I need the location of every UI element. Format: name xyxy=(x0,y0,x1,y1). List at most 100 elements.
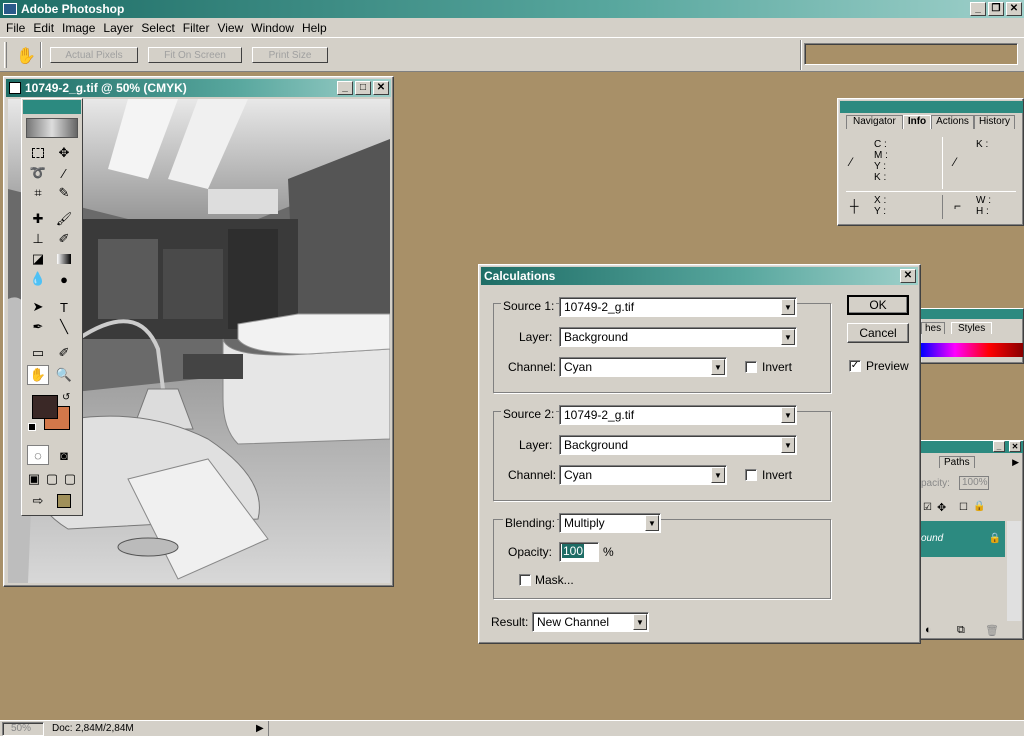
notes-tool-icon[interactable]: ▭ xyxy=(27,343,49,363)
magic-wand-tool-icon[interactable]: ⁄ xyxy=(53,163,75,183)
default-colors-icon[interactable] xyxy=(28,423,36,431)
toolbox-titlebar[interactable] xyxy=(23,100,81,114)
crop-tool-icon[interactable]: ⌗ xyxy=(27,183,49,203)
standard-mode-icon[interactable]: ◌ xyxy=(27,445,49,465)
eraser-tool-icon[interactable]: ◪ xyxy=(27,249,49,269)
tab-styles[interactable]: Styles xyxy=(951,322,993,334)
menu-view[interactable]: View xyxy=(213,21,247,35)
screen-mode-standard-icon[interactable]: ▣ xyxy=(25,469,43,489)
pen-tool-icon[interactable]: ✒ xyxy=(27,317,49,337)
type-tool-icon[interactable]: T xyxy=(53,297,75,317)
clone-stamp-icon[interactable]: ⊥ xyxy=(27,229,49,249)
restore-icon[interactable]: ❐ xyxy=(988,2,1004,16)
jump-to-imageready-icon[interactable]: ⇨ xyxy=(27,491,49,511)
doc-maximize-icon[interactable]: □ xyxy=(355,81,371,95)
close-icon[interactable]: ✕ xyxy=(1006,2,1022,16)
tab-swatches[interactable]: hes xyxy=(921,322,946,334)
tab-actions[interactable]: Actions xyxy=(931,115,974,129)
lock-all-icon[interactable]: ☐ xyxy=(959,502,968,513)
imageready-icon[interactable] xyxy=(53,491,75,511)
path-selection-icon[interactable]: ➤ xyxy=(27,297,49,317)
mask-label[interactable]: Mask... xyxy=(535,573,574,587)
menu-file[interactable]: File xyxy=(2,21,29,35)
layer2-select[interactable]: Background ▼ xyxy=(559,435,797,455)
mask-checkbox[interactable] xyxy=(519,574,531,586)
history-brush-icon[interactable]: ✐ xyxy=(53,229,75,249)
gradient-tool-icon[interactable] xyxy=(53,249,75,269)
tab-info[interactable]: Info xyxy=(902,115,932,129)
minimize-icon[interactable]: _ xyxy=(970,2,986,16)
options-grip[interactable] xyxy=(4,42,7,68)
marquee-tool-icon[interactable] xyxy=(27,143,49,163)
layers-menu-icon[interactable]: ▶ xyxy=(1012,457,1019,468)
menu-filter[interactable]: Filter xyxy=(179,21,214,35)
dodge-tool-icon[interactable]: ● xyxy=(53,269,75,289)
move-tool-icon[interactable]: ✥ xyxy=(53,143,75,163)
blur-tool-icon[interactable]: 💧 xyxy=(27,269,49,289)
tab-navigator[interactable]: Navigator xyxy=(846,115,903,129)
blending-select[interactable]: Multiply ▼ xyxy=(559,513,661,533)
menu-select[interactable]: Select xyxy=(137,21,178,35)
opacity-input[interactable]: 100 xyxy=(559,542,599,562)
dialog-close-icon[interactable]: ✕ xyxy=(900,269,916,283)
actual-pixels-button[interactable]: Actual Pixels xyxy=(50,47,138,63)
source1-select[interactable]: 10749-2_g.tif ▼ xyxy=(559,297,797,317)
brush-tool-icon[interactable]: 🖌 xyxy=(53,209,75,229)
menu-window[interactable]: Window xyxy=(247,21,298,35)
screen-mode-full-icon[interactable]: ▢ xyxy=(61,469,79,489)
foreground-color-swatch[interactable] xyxy=(32,395,58,419)
line-tool-icon[interactable]: ╲ xyxy=(53,317,75,337)
healing-brush-icon[interactable]: ✚ xyxy=(27,209,49,229)
info-palette-titlebar[interactable] xyxy=(840,101,1023,113)
layers-minimize-icon[interactable]: _ xyxy=(993,441,1005,452)
layer-opacity-field[interactable]: 100% xyxy=(959,476,989,490)
lock-position-icon[interactable]: ✥ xyxy=(937,501,946,514)
dropdown-arrow-icon[interactable]: ▼ xyxy=(781,407,795,423)
menu-help[interactable]: Help xyxy=(298,21,331,35)
color-spectrum[interactable] xyxy=(921,343,1023,357)
cancel-button[interactable]: Cancel xyxy=(847,323,909,343)
channel1-select[interactable]: Cyan ▼ xyxy=(559,357,727,377)
lock-icon[interactable]: 🔒 xyxy=(973,501,985,512)
fit-on-screen-button[interactable]: Fit On Screen xyxy=(148,47,242,63)
layer-row-background[interactable]: ound 🔒 xyxy=(919,521,1005,557)
layers-scrollbar[interactable] xyxy=(1007,521,1021,621)
adobe-online-icon[interactable] xyxy=(26,118,78,138)
delete-layer-icon[interactable]: 🗑 xyxy=(985,624,999,637)
info-eyedropper-icon[interactable]: ⁄ xyxy=(850,155,852,169)
zoom-tool-icon[interactable]: 🔍 xyxy=(53,365,75,385)
hand-tool-icon[interactable]: ✋ xyxy=(27,365,49,385)
calculations-titlebar[interactable]: Calculations ✕ xyxy=(481,267,918,285)
swap-colors-icon[interactable]: ↺ xyxy=(62,392,70,403)
preview-checkbox[interactable]: ✓ xyxy=(849,360,861,372)
dropdown-arrow-icon[interactable]: ▼ xyxy=(781,329,795,345)
styles-palette-titlebar[interactable] xyxy=(921,309,1023,319)
result-select[interactable]: New Channel ▼ xyxy=(532,612,649,632)
print-size-button[interactable]: Print Size xyxy=(252,47,328,63)
slice-tool-icon[interactable]: ✎ xyxy=(53,183,75,203)
dropdown-arrow-icon[interactable]: ▼ xyxy=(781,437,795,453)
channel2-select[interactable]: Cyan ▼ xyxy=(559,465,727,485)
status-menu-arrow-icon[interactable]: ▶ xyxy=(256,723,264,734)
doc-minimize-icon[interactable]: _ xyxy=(337,81,353,95)
palette-well[interactable] xyxy=(804,43,1018,65)
dropdown-arrow-icon[interactable]: ▼ xyxy=(711,467,725,483)
layers-palette-titlebar[interactable]: _ ✕ xyxy=(919,441,1023,453)
new-adjustment-icon[interactable]: ◐ xyxy=(925,624,932,636)
eyedropper-tool-icon[interactable]: ✐ xyxy=(53,343,75,363)
new-layer-icon[interactable]: ⧉ xyxy=(957,624,965,637)
source2-select[interactable]: 10749-2_g.tif ▼ xyxy=(559,405,797,425)
dropdown-arrow-icon[interactable]: ▼ xyxy=(711,359,725,375)
layers-close-icon[interactable]: ✕ xyxy=(1009,441,1021,452)
lasso-tool-icon[interactable]: ➰ xyxy=(27,163,49,183)
dropdown-arrow-icon[interactable]: ▼ xyxy=(645,515,659,531)
tab-history[interactable]: History xyxy=(973,115,1016,129)
screen-mode-full-menu-icon[interactable]: ▢ xyxy=(43,469,61,489)
info-eyedropper2-icon[interactable]: ⁄ xyxy=(954,155,956,169)
layer1-select[interactable]: Background ▼ xyxy=(559,327,797,347)
lock-transparency-icon[interactable]: ☑ xyxy=(923,502,932,513)
dropdown-arrow-icon[interactable]: ▼ xyxy=(633,614,647,630)
quick-mask-icon[interactable]: ◙ xyxy=(53,445,75,465)
menu-layer[interactable]: Layer xyxy=(99,21,137,35)
zoom-field[interactable]: 50% xyxy=(2,722,44,736)
